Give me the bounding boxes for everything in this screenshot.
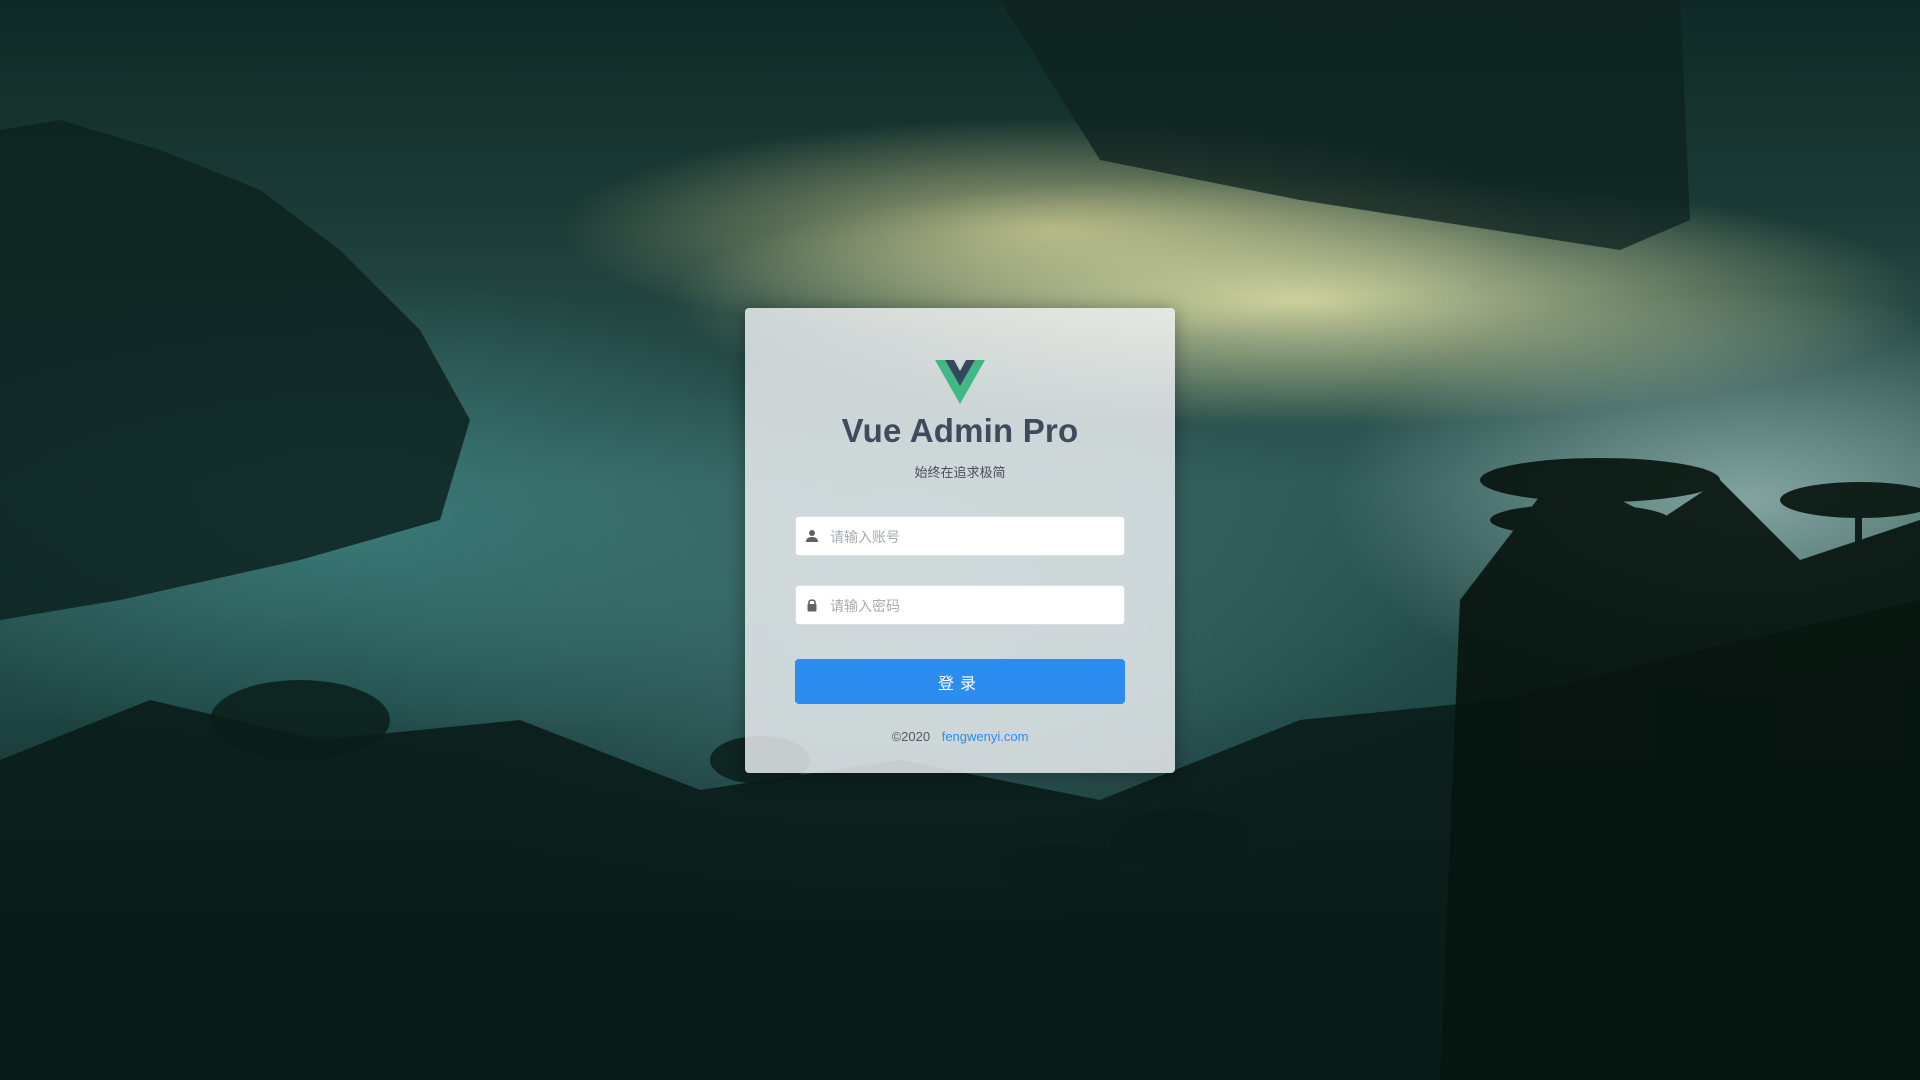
user-icon [806, 530, 818, 542]
app-subtitle: 始终在追求极简 [914, 465, 1006, 480]
site-link[interactable]: fengwenyi.com [942, 729, 1029, 744]
login-button[interactable]: 登录 [795, 659, 1125, 704]
username-field[interactable] [795, 516, 1125, 557]
password-field[interactable] [795, 585, 1125, 626]
lock-icon [807, 599, 817, 612]
vue-logo-icon [935, 360, 985, 404]
login-card: Vue Admin Pro 始终在追求极简 登录 ©2020 fengwenyi… [745, 308, 1175, 773]
password-input[interactable] [828, 586, 1122, 626]
copyright-text: ©2020 [891, 729, 931, 744]
footer: ©2020 fengwenyi.com [745, 729, 1175, 744]
app-title: Vue Admin Pro [841, 412, 1079, 449]
username-input[interactable] [828, 517, 1122, 557]
